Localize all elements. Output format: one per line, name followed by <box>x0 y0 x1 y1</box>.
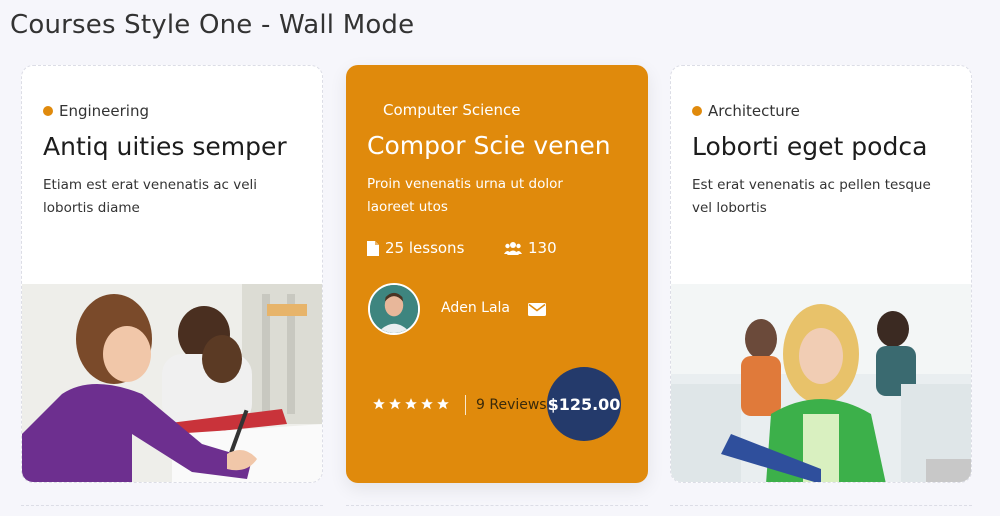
instructor-name[interactable]: Aden Lala <box>441 300 510 316</box>
price-badge: $125.00 <box>547 367 621 441</box>
course-card-engineering[interactable]: Engineering Antiq uities semper Etiam es… <box>21 65 323 483</box>
course-title[interactable]: Loborti eget podca <box>692 132 927 161</box>
star-icon <box>373 398 385 410</box>
course-card-architecture[interactable]: Architecture Loborti eget podca Est erat… <box>670 65 972 483</box>
category-label[interactable]: Engineering <box>43 102 149 120</box>
next-row-card-edge <box>21 505 323 516</box>
reviews-count[interactable]: 9 Reviews <box>476 397 547 413</box>
course-title[interactable]: Antiq uities semper <box>43 132 287 161</box>
lessons-count: 25 lessons <box>367 239 464 257</box>
students-writing-photo <box>22 284 322 482</box>
students-text: 130 <box>528 239 557 257</box>
course-card-computer-science[interactable]: Computer Science Compor Scie venen Proin… <box>346 65 648 483</box>
star-icon <box>389 398 401 410</box>
students-count: 130 <box>504 239 557 257</box>
rating-divider <box>465 395 466 415</box>
star-icon <box>405 398 417 410</box>
next-row-card-edge <box>670 505 972 516</box>
category-dot-icon <box>692 106 702 116</box>
page-title: Courses Style One - Wall Mode <box>10 10 415 40</box>
category-text: Engineering <box>59 102 149 120</box>
category-label[interactable]: Computer Science <box>367 101 520 119</box>
course-description: Est erat venenatis ac pellen tesque vel … <box>692 177 931 216</box>
smiling-student-with-book-photo <box>671 284 971 482</box>
rating-stars <box>372 397 450 411</box>
lessons-text: 25 lessons <box>385 239 465 257</box>
star-icon <box>421 398 433 410</box>
next-row-card-edge <box>346 505 648 516</box>
category-label[interactable]: Architecture <box>692 102 800 120</box>
category-text: Architecture <box>708 102 800 120</box>
category-text: Computer Science <box>383 101 521 119</box>
course-description: Proin venenatis urna ut dolor laoreet ut… <box>367 176 563 215</box>
instructor-avatar[interactable] <box>368 283 420 335</box>
mail-icon[interactable] <box>528 301 546 320</box>
category-dot-icon <box>367 105 377 115</box>
star-icon <box>437 398 449 410</box>
users-icon <box>504 242 522 255</box>
category-dot-icon <box>43 106 53 116</box>
file-icon <box>367 240 379 256</box>
course-title[interactable]: Compor Scie venen <box>367 131 611 160</box>
course-description: Etiam est erat venenatis ac veli loborti… <box>43 177 258 216</box>
